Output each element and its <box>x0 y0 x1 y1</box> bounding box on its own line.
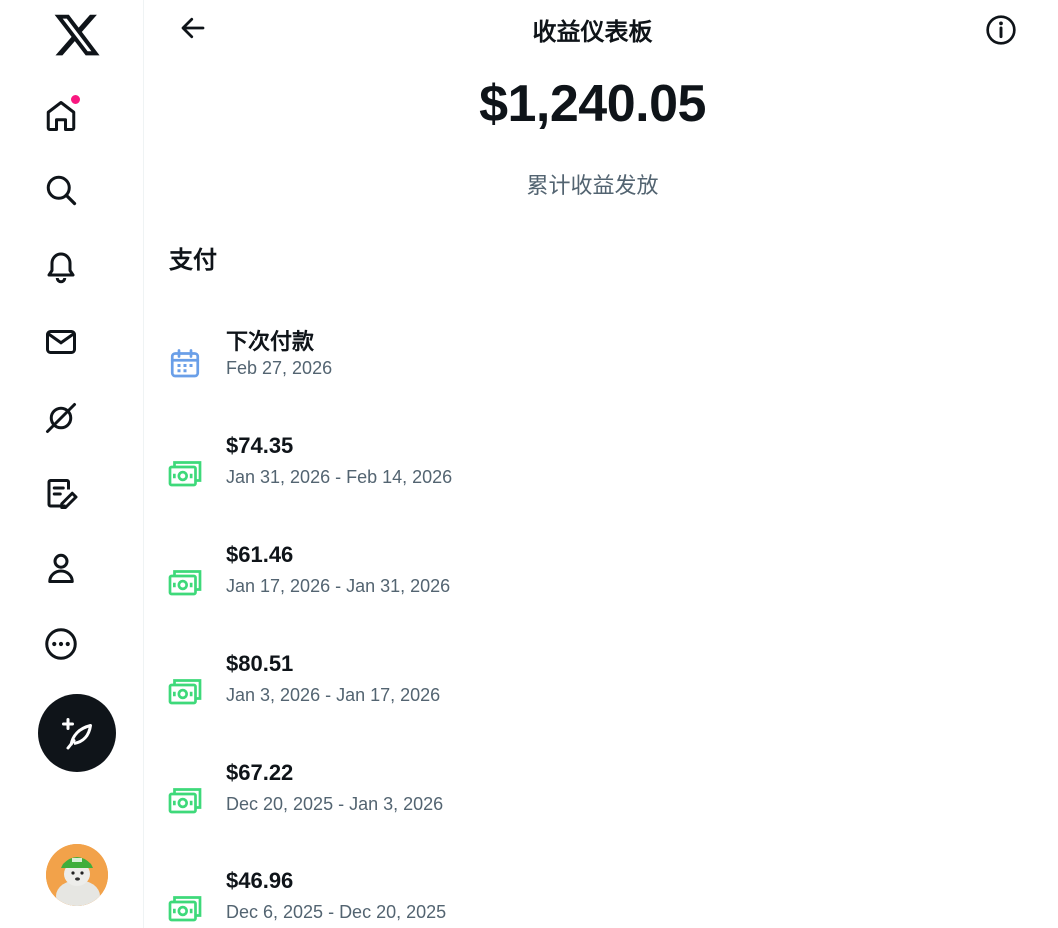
payment-period: Dec 6, 2025 - Dec 20, 2025 <box>226 902 447 922</box>
search-icon <box>46 175 77 206</box>
person-icon <box>48 553 74 583</box>
payment-row[interactable]: $46.96 Dec 6, 2025 - Dec 20, 2025 <box>145 868 1040 928</box>
total-earnings-caption: 累计收益发放 <box>526 173 659 198</box>
sidebar-item-home[interactable] <box>37 92 85 140</box>
money-icon <box>168 788 202 814</box>
payment-period: Jan 31, 2026 - Feb 14, 2026 <box>226 467 453 487</box>
more-circle-icon <box>45 628 77 660</box>
payment-amount: $67.22 <box>226 760 294 785</box>
payment-amount: $46.96 <box>226 868 294 893</box>
payment-period: Dec 20, 2025 - Jan 3, 2026 <box>226 794 444 814</box>
payment-row[interactable]: $74.35 Jan 31, 2026 - Feb 14, 2026 <box>145 433 1040 513</box>
payment-period: Jan 3, 2026 - Jan 17, 2026 <box>226 685 441 705</box>
bell-icon <box>47 252 75 284</box>
payment-period: Jan 17, 2026 - Jan 31, 2026 <box>226 576 451 596</box>
payment-row[interactable]: $80.51 Jan 3, 2026 - Jan 17, 2026 <box>145 651 1040 731</box>
sidebar <box>0 0 144 928</box>
total-earnings-value: $1,240.05 <box>479 75 706 133</box>
avatar[interactable] <box>46 844 108 906</box>
info-icon <box>986 15 1016 45</box>
page-title: 收益仪表板 <box>532 19 653 46</box>
grok-icon <box>46 403 76 433</box>
money-icon <box>168 679 202 705</box>
x-logo-icon[interactable] <box>52 10 102 60</box>
money-icon <box>168 461 202 487</box>
payment-amount: $80.51 <box>226 651 294 676</box>
payment-amount: $74.35 <box>226 433 294 458</box>
next-payment-row[interactable]: 下次付款 Feb 27, 2026 <box>145 324 1040 404</box>
feather-plus-icon <box>62 718 92 750</box>
money-icon <box>168 896 202 922</box>
payments-section-title: 支付 <box>169 247 217 274</box>
payment-amount: $61.46 <box>226 542 294 567</box>
money-icon <box>168 570 202 596</box>
payment-row[interactable]: $67.22 Dec 20, 2025 - Jan 3, 2026 <box>145 760 1040 840</box>
envelope-icon <box>46 330 76 354</box>
sidebar-item-messages[interactable] <box>37 318 85 366</box>
sidebar-item-grok[interactable] <box>37 394 85 442</box>
notification-dot <box>70 94 81 105</box>
sidebar-item-articles[interactable] <box>37 470 85 518</box>
sidebar-item-profile[interactable] <box>37 544 85 592</box>
payment-row[interactable]: $61.46 Jan 17, 2026 - Jan 31, 2026 <box>145 542 1040 622</box>
sidebar-item-more[interactable] <box>37 620 85 668</box>
earnings-dashboard: 收益仪表板 $1,240.05 累计收益发放 支付 下次付款 Feb 27, 2… <box>145 0 1058 928</box>
next-payment-label: 下次付款 <box>226 329 315 354</box>
next-payment-date: Feb 27, 2026 <box>226 358 333 378</box>
sidebar-item-explore[interactable] <box>37 166 85 214</box>
info-button[interactable] <box>981 10 1021 50</box>
compose-post-button[interactable] <box>38 694 116 772</box>
sidebar-item-notifications[interactable] <box>37 242 85 290</box>
compose-article-icon <box>47 479 78 509</box>
calendar-icon <box>170 349 200 378</box>
